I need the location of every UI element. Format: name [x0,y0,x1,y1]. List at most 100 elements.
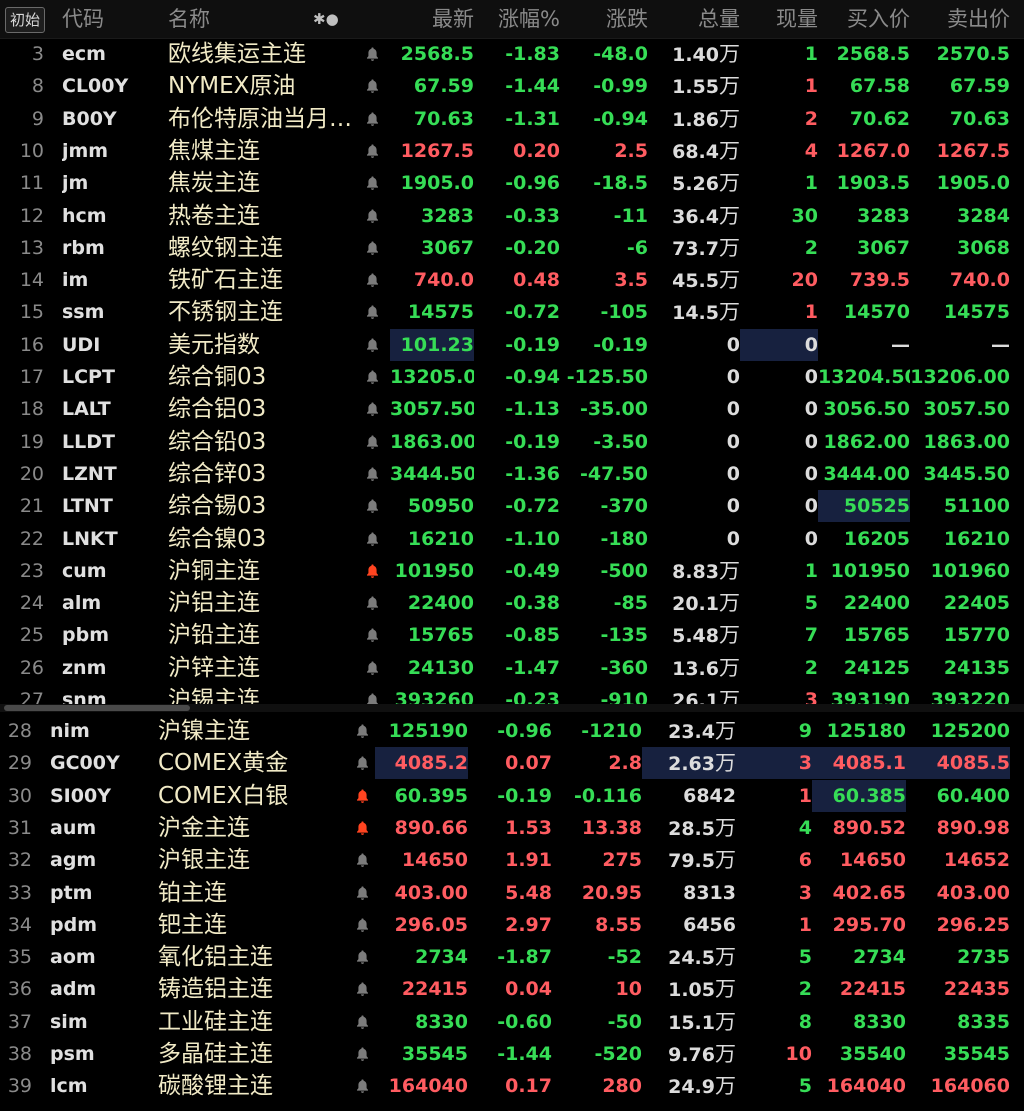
quote-row[interactable]: 8 CL00Y NYMEX原油 67.59 -1.44 -0.99 1 67.58 67.59 1… [0,70,1024,102]
col-header-last[interactable]: 最新 [390,0,474,38]
contract-name: 多晶硅主连 [158,1041,273,1067]
col-header-name[interactable]: 名称 [168,0,210,38]
total-volume: 0 [648,426,740,458]
horizontal-scrollbar[interactable] [0,704,1024,712]
col-header-ask[interactable]: 卖出价 [910,0,1010,38]
alert-bell-icon[interactable] [365,523,381,555]
current-volume: 1 [798,913,812,936]
quote-row[interactable]: 30 SI00Y COMEX白银 60.395 -0.19 -0.116 1 60.385 60… [0,779,1024,812]
col-header-current-volume[interactable]: 现量 [740,0,818,38]
total-volume-value: 36.4 [672,205,719,228]
alert-bell-icon[interactable] [365,361,381,393]
change-amount: 3.5 [614,269,648,292]
alert-bell-icon[interactable] [355,941,371,973]
quote-row[interactable]: 22 LNKT 综合镍03 16210 -1.10 -180 0 16205 16210 0 [0,523,1024,555]
col-header-volume[interactable]: 总量 [648,0,740,38]
quote-row[interactable]: 15 ssm 不锈钢主连 14575 -0.72 -105 1 14570 14575 14.5万 [0,296,1024,328]
alert-bell-icon[interactable] [355,715,371,747]
alert-bell-icon[interactable] [365,200,381,232]
alert-bell-icon[interactable] [365,38,381,70]
alert-bell-icon[interactable] [355,844,371,876]
quote-row[interactable]: 37 sim 工业硅主连 8330 -0.60 -50 8 8330 8335 15.1万 [0,1006,1024,1038]
change-percent: -0.72 [505,495,560,518]
alert-bell-icon[interactable] [365,458,381,490]
current-volume: 9 [798,720,812,742]
alert-bell-icon[interactable] [365,652,381,684]
change-percent: -0.38 [505,592,560,615]
quote-row[interactable]: 12 hcm 热卷主连 3283 -0.33 -11 30 3283 3284 36.4万 [0,200,1024,232]
row-index: 8 [31,75,44,98]
bid-price: 3444.00 [823,462,910,485]
total-volume-unit: 万 [719,558,740,583]
quote-row[interactable]: 32 agm 沪银主连 14650 1.91 275 6 14650 14652 79.5万 [0,844,1024,876]
quote-row[interactable]: 21 LTNT 综合锡03 50950 -0.72 -370 0 50525 51100 0 [0,490,1024,523]
bid-price: 22415 [839,978,906,1001]
quote-row[interactable]: 16 UDI 美元指数 101.23 -0.19 -0.19 0 — — 0 [0,328,1024,361]
contract-name: 沪铅主连 [168,622,260,649]
alert-bell-icon[interactable] [365,70,381,102]
quote-row[interactable]: 39 lcm 碳酸锂主连 164040 0.17 280 5 164040 164060 24.9… [0,1070,1024,1102]
change-percent: -0.19 [505,333,560,356]
alert-bell-icon[interactable] [365,426,381,458]
quote-row[interactable]: 24 alm 沪铝主连 22400 -0.38 -85 5 22400 22405 20.1万 [0,587,1024,619]
quote-row[interactable]: 34 pdm 钯主连 296.05 2.97 8.55 1 295.70 296.25 6456 [0,909,1024,941]
contract-name: 欧线集运主连 [168,41,306,67]
alert-bell-icon[interactable] [355,747,371,779]
quote-row[interactable]: 33 ptm 铂主连 403.00 5.48 20.95 3 402.65 403.00 8313 [0,877,1024,909]
col-header-change[interactable]: 涨跌 [560,0,648,38]
alert-bell-icon[interactable] [365,135,381,167]
alert-bell-icon[interactable] [365,232,381,264]
quote-row[interactable]: 14 im 铁矿石主连 740.0 0.48 3.5 20 739.5 740.0 45.5万 [0,264,1024,296]
alert-bell-icon[interactable] [355,1038,371,1070]
quote-row[interactable]: 3 ecm 欧线集运主连 2568.5 -1.83 -48.0 1 2568.5 2570.5 1… [0,38,1024,70]
contract-name: 沪镍主连 [158,718,250,744]
quote-row[interactable]: 36 adm 铸造铝主连 22415 0.04 10 2 22415 22435 1.05万 [0,973,1024,1005]
alert-bell-active-icon[interactable] [365,555,381,587]
bid-price: 67.58 [849,75,910,98]
quote-row[interactable]: 10 jmm 焦煤主连 1267.5 0.20 2.5 4 1267.0 1267.5 68.4万 [0,135,1024,167]
scrollbar-thumb[interactable] [4,705,190,711]
alert-bell-icon[interactable] [355,909,371,941]
alert-bell-icon[interactable] [365,296,381,328]
alert-bell-icon[interactable] [365,264,381,296]
col-header-code[interactable]: 代码 [62,0,104,38]
row-index: 13 [19,236,44,259]
alert-bell-icon[interactable] [365,619,381,651]
quote-row[interactable]: 35 aom 氧化铝主连 2734 -1.87 -52 5 2734 2735 24.5万 [0,941,1024,973]
bid-price: — [891,333,910,356]
alert-bell-icon[interactable] [365,393,381,425]
quote-row[interactable]: 11 jm 焦炭主连 1905.0 -0.96 -18.5 1 1903.5 1905.0 5.2… [0,167,1024,199]
alert-bell-icon[interactable] [365,167,381,199]
alert-bell-icon[interactable] [355,877,371,909]
quote-row[interactable]: 13 rbm 螺纹钢主连 3067 -0.20 -6 2 3067 3068 73.7万 [0,232,1024,264]
sort-options-icon[interactable]: ✱● [313,0,339,38]
quote-row[interactable]: 20 LZNT 综合锌03 3444.50 -1.36 -47.50 0 3444.00 344… [0,458,1024,490]
quote-row[interactable]: 26 znm 沪锌主连 24130 -1.47 -360 2 24125 24135 13.6万 [0,652,1024,684]
alert-bell-icon[interactable] [355,973,371,1005]
quote-row[interactable]: 25 pbm 沪铅主连 15765 -0.85 -135 7 15765 15770 5.48万 [0,619,1024,651]
quote-row[interactable]: 29 GC00Y COMEX黄金 4085.2 0.07 2.8 3 4085.1 4085.5… [0,747,1024,780]
quote-row[interactable]: 19 LLDT 综合铅03 1863.00 -0.19 -3.50 0 1862.00 1863… [0,426,1024,458]
quote-row[interactable]: 18 LALT 综合铝03 3057.50 -1.13 -35.00 0 3056.50 305… [0,393,1024,425]
alert-bell-icon[interactable] [365,329,381,361]
change-percent: 0.17 [505,1075,552,1098]
alert-bell-icon[interactable] [355,1006,371,1038]
ask-price: — [991,333,1010,356]
alert-bell-active-icon[interactable] [355,812,371,844]
alert-bell-icon[interactable] [365,587,381,619]
quote-row[interactable]: 31 aum 沪金主连 890.66 1.53 13.38 4 890.52 890.98 28.… [0,812,1024,844]
contract-code: LLDT [62,430,115,453]
alert-bell-icon[interactable] [365,103,381,135]
alert-bell-active-icon[interactable] [355,780,371,812]
col-header-bid[interactable]: 买入价 [818,0,910,38]
alert-bell-icon[interactable] [355,1070,371,1102]
alert-bell-icon[interactable] [365,490,381,522]
quote-row[interactable]: 9 B00Y 布伦特原油当月… 70.63 -1.31 -0.94 2 70.62 70.63 1… [0,103,1024,135]
col-header-pct[interactable]: 涨幅% [474,0,560,38]
quote-row[interactable]: 38 psm 多晶硅主连 35545 -1.44 -520 10 35540 35545 9.76… [0,1038,1024,1070]
quote-row[interactable]: 28 nim 沪镍主连 125190 -0.96 -1210 9 125180 125200 23… [0,715,1024,747]
init-badge[interactable]: 初始 [5,7,46,33]
quote-row[interactable]: 17LCPT综合铜0313205.00-0.94-125.50013204.50… [0,361,1024,393]
quote-row[interactable]: 23 cum 沪铜主连 101950 -0.49 -500 1 101950 101960 8.8… [0,555,1024,587]
change-amount: 2.8 [608,752,642,775]
